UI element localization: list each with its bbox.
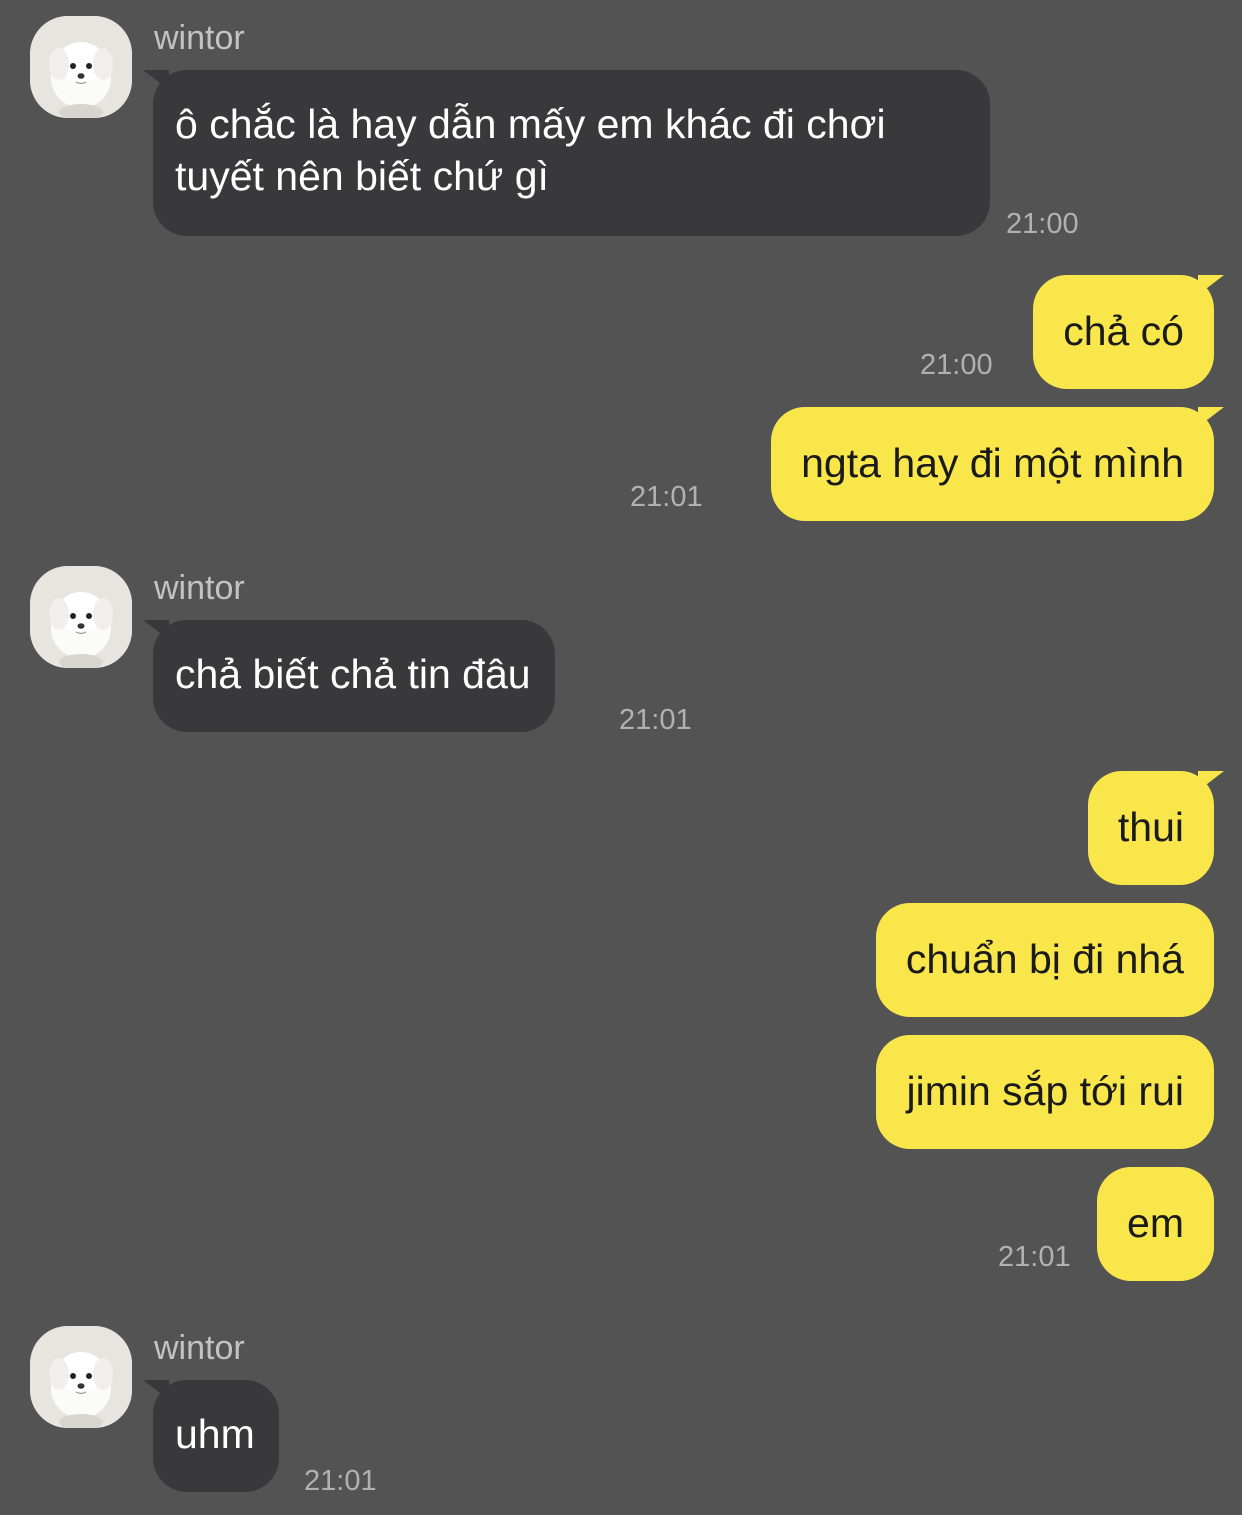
incoming-message-bubble[interactable]: uhm bbox=[143, 1380, 279, 1492]
sender-avatar[interactable] bbox=[30, 566, 132, 668]
sender-name: wintor bbox=[154, 19, 245, 57]
bubble-tail bbox=[1198, 275, 1224, 295]
message-text: chả biết chả tin đâu bbox=[175, 651, 531, 697]
dog-avatar-icon bbox=[30, 16, 132, 118]
message-time: 21:00 bbox=[1006, 208, 1079, 240]
message-text: tuyết nên biết chứ gì bbox=[175, 153, 549, 199]
bubble-tail bbox=[1198, 771, 1224, 791]
message-time: 21:01 bbox=[619, 704, 692, 736]
dog-avatar-icon bbox=[30, 566, 132, 668]
message-text: jimin sắp tới rui bbox=[906, 1068, 1184, 1114]
message-time: 21:01 bbox=[630, 481, 703, 513]
message-time: 21:01 bbox=[998, 1241, 1071, 1273]
sender-avatar[interactable] bbox=[30, 16, 132, 118]
bubble-tail bbox=[143, 620, 169, 640]
outgoing-message-bubble[interactable]: chả có bbox=[1033, 275, 1224, 389]
incoming-message-bubble[interactable]: ô chắc là hay dẫn mấy em khác đi chơi tu… bbox=[143, 70, 990, 236]
message-text: ngta hay đi một mình bbox=[801, 440, 1184, 486]
message-text: ô chắc là hay dẫn mấy em khác đi chơi bbox=[175, 101, 886, 147]
sender-avatar[interactable] bbox=[30, 1326, 132, 1428]
outgoing-message-bubble[interactable]: jimin sắp tới rui bbox=[876, 1035, 1214, 1149]
message-text: chuẩn bị đi nhá bbox=[905, 936, 1184, 982]
message-text: chả có bbox=[1063, 308, 1184, 354]
bubble-tail bbox=[143, 1380, 169, 1400]
outgoing-message-bubble[interactable]: ngta hay đi một mình bbox=[771, 407, 1224, 521]
bubble-tail bbox=[143, 70, 169, 90]
message-text: thui bbox=[1117, 804, 1184, 850]
message-text: uhm bbox=[175, 1411, 255, 1457]
bubble-tail bbox=[1198, 407, 1224, 427]
sender-name: wintor bbox=[154, 1329, 245, 1367]
outgoing-message-bubble[interactable]: chuẩn bị đi nhá bbox=[875, 903, 1214, 1017]
sender-name: wintor bbox=[154, 569, 245, 607]
message-text: em bbox=[1127, 1200, 1184, 1246]
message-time: 21:01 bbox=[304, 1465, 377, 1497]
outgoing-message-bubble[interactable]: em bbox=[1097, 1167, 1214, 1281]
outgoing-message-bubble[interactable]: thui bbox=[1087, 771, 1224, 885]
dog-avatar-icon bbox=[30, 1326, 132, 1428]
incoming-message-bubble[interactable]: chả biết chả tin đâu bbox=[143, 620, 555, 732]
message-time: 21:00 bbox=[920, 349, 993, 381]
